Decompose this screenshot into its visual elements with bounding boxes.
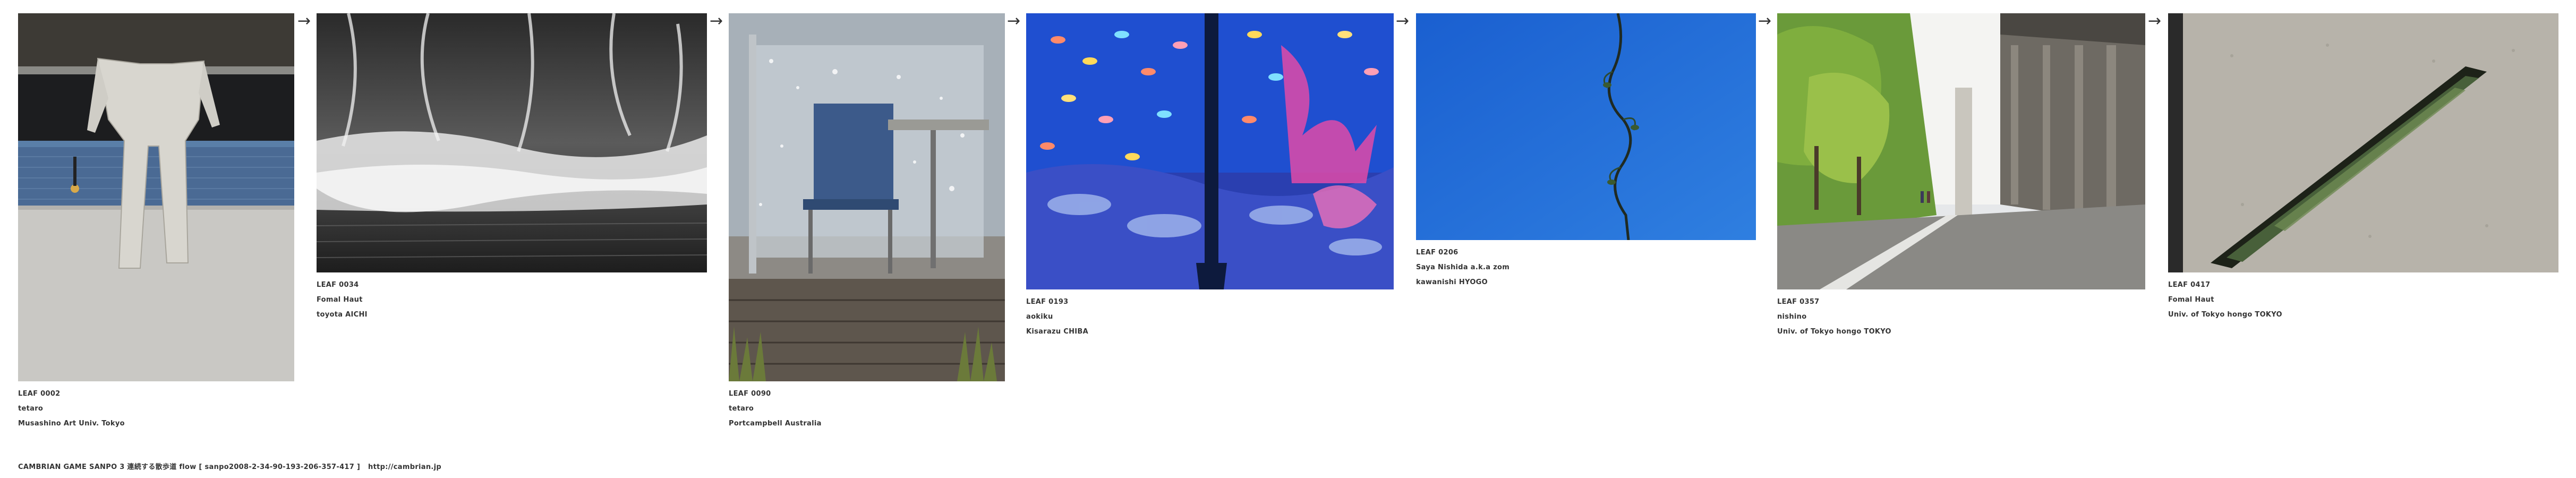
leaf-author: tetaro	[729, 405, 754, 413]
leaf-author: Saya Nishida a.k.a zom	[1416, 263, 1510, 271]
leaf-0090: LEAF 0090 tetaro Portcampbell Australia	[729, 13, 1005, 431]
leaf-id: LEAF 0193	[1026, 298, 1069, 306]
leaf-id: LEAF 0417	[2168, 281, 2211, 289]
leaf-location: kawanishi HYOGO	[1416, 278, 1488, 286]
arrow-icon: →	[297, 12, 311, 30]
leaf-location: Univ. of Tokyo hongo TOKYO	[1777, 328, 1891, 336]
leaf-id: LEAF 0034	[317, 281, 359, 289]
photo-campus-walkway[interactable]	[1777, 13, 2145, 289]
photo-glass-chair[interactable]	[729, 13, 1005, 381]
arrow-icon: →	[2148, 12, 2162, 30]
photo-hanging-clothes[interactable]	[18, 13, 294, 381]
leaf-0357: LEAF 0357 nishino Univ. of Tokyo hongo T…	[1777, 13, 2145, 339]
leaf-author: Fomal Haut	[317, 296, 363, 304]
leaf-location: Portcampbell Australia	[729, 420, 822, 428]
footer-text: CAMBRIAN GAME SANPO 3 連続する散歩道 flow [ san…	[18, 463, 361, 471]
arrow-icon: →	[1007, 12, 1021, 30]
leaf-id: LEAF 0002	[18, 390, 61, 398]
photo-vine-sky[interactable]	[1416, 13, 1756, 240]
arrow-icon: →	[1758, 12, 1772, 30]
photo-water-splash[interactable]	[317, 13, 707, 272]
leaf-0002: LEAF 0002 tetaro Musashino Art Univ. Tok…	[18, 13, 294, 431]
footer-link[interactable]: http://cambrian.jp	[368, 463, 441, 471]
leaf-0206: LEAF 0206 Saya Nishida a.k.a zom kawanis…	[1416, 13, 1756, 290]
arrow-icon: →	[710, 12, 723, 30]
arrow-icon: →	[1396, 12, 1410, 30]
leaf-id: LEAF 0357	[1777, 298, 1820, 306]
leaf-0034: LEAF 0034 Fomal Haut toyota AICHI	[317, 13, 707, 322]
leaf-0193: LEAF 0193 aokiku Kisarazu CHIBA	[1026, 13, 1394, 339]
leaf-location: Musashino Art Univ. Tokyo	[18, 420, 125, 428]
leaf-location: toyota AICHI	[317, 311, 368, 319]
footer: CAMBRIAN GAME SANPO 3 連続する散歩道 flow [ san…	[18, 461, 441, 471]
leaf-author: nishino	[1777, 313, 1807, 321]
photo-aquarium-fish[interactable]	[1026, 13, 1394, 289]
leaf-author: Fomal Haut	[2168, 296, 2214, 304]
leaf-id: LEAF 0090	[729, 390, 771, 398]
leaf-0417: LEAF 0417 Fomal Haut Univ. of Tokyo hong…	[2168, 13, 2558, 322]
leaf-author: aokiku	[1026, 313, 1053, 321]
leaf-id: LEAF 0206	[1416, 249, 1458, 257]
leaf-location: Univ. of Tokyo hongo TOKYO	[2168, 311, 2282, 319]
photo-concrete-slit[interactable]	[2168, 13, 2558, 272]
leaf-location: Kisarazu CHIBA	[1026, 328, 1088, 336]
leaf-author: tetaro	[18, 405, 44, 413]
